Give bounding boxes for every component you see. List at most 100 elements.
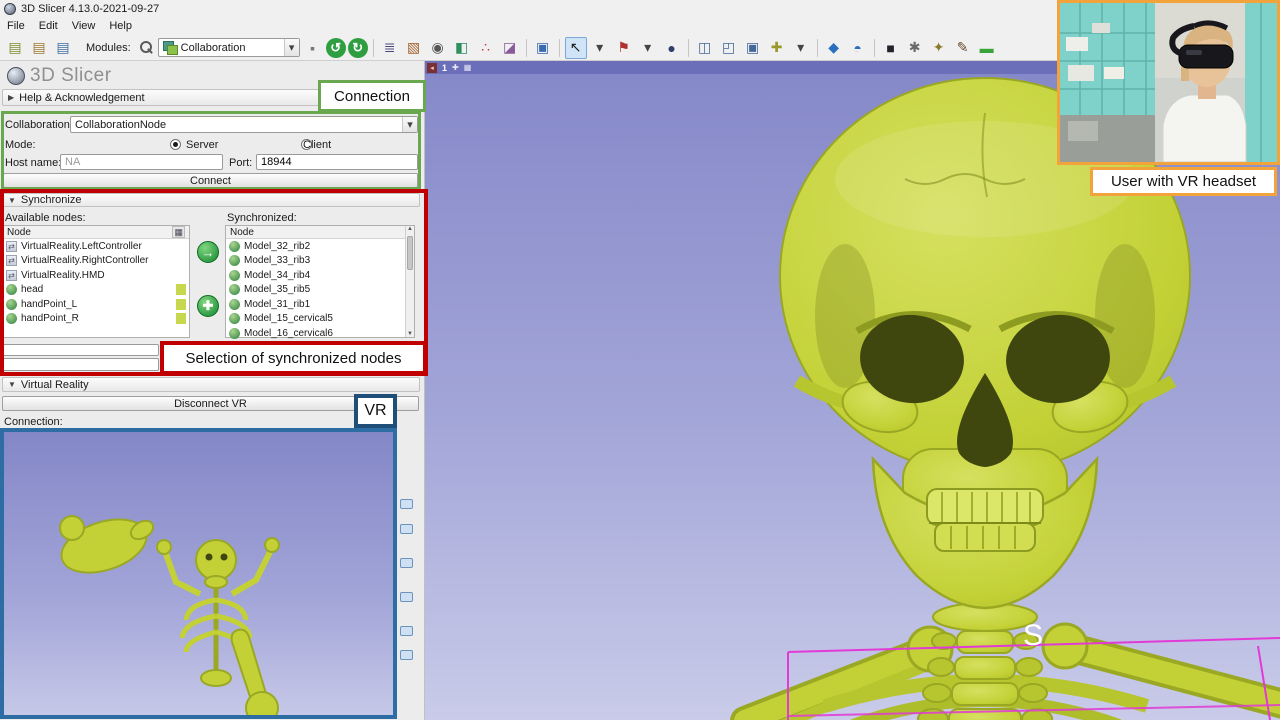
list-item[interactable]: head (3, 283, 189, 298)
view-layout-icon[interactable]: ▦ (464, 63, 472, 72)
connect-button[interactable]: Connect (3, 173, 418, 188)
extensions-icon[interactable]: ◆ (823, 37, 845, 59)
vr-slider-handle[interactable] (400, 499, 413, 509)
person-marker-icon[interactable]: ● (661, 37, 683, 59)
scroll-up-icon[interactable]: ▲ (407, 226, 413, 232)
list-item[interactable]: Model_16_cervical6 (226, 326, 405, 341)
list-item[interactable]: handPoint_L (3, 297, 189, 312)
model-node-icon (229, 313, 240, 324)
node-type-icon (6, 270, 17, 281)
screen-capture-icon[interactable]: ▣ (532, 37, 554, 59)
client-radio-label[interactable]: Client (303, 139, 331, 151)
module-search-icon[interactable] (140, 41, 153, 54)
node-color-chip (176, 299, 186, 310)
vr-slider-handle[interactable] (400, 626, 413, 636)
vr-slider-handle[interactable] (400, 650, 413, 660)
webcam-render (1060, 3, 1277, 162)
list-item[interactable]: handPoint_R (3, 312, 189, 327)
history-forward-icon[interactable]: ↻ (348, 38, 368, 58)
add-data-icon[interactable]: ▤ (4, 37, 26, 59)
sync-option-field-1[interactable] (2, 344, 159, 356)
node-label: VirtualReality.RightController (21, 255, 148, 266)
menu-item[interactable]: View (65, 18, 103, 34)
scroll-down-icon[interactable]: ▼ (407, 331, 413, 337)
python-icon[interactable]: ◓ (847, 37, 869, 59)
pencil-icon[interactable]: ✎ (952, 37, 974, 59)
node-type-icon (6, 255, 17, 266)
list-item[interactable]: VirtualReality.LeftController (3, 239, 189, 254)
list-item[interactable]: VirtualReality.RightController (3, 254, 189, 269)
volume-rendering-icon[interactable]: ◉ (427, 37, 449, 59)
layout-3d-icon[interactable]: ▣ (742, 37, 764, 59)
server-radio[interactable] (170, 139, 181, 150)
save-data-icon[interactable]: ▤ (52, 37, 74, 59)
module-cube-icon[interactable]: ■ (880, 37, 902, 59)
list-item[interactable]: Model_34_rib4 (226, 268, 405, 283)
port-input[interactable] (256, 154, 418, 170)
synchronized-nodes-list[interactable]: Node Model_32_rib2 Model_33_rib3 Model_3… (225, 225, 415, 338)
node-label: Model_35_rib5 (244, 284, 310, 295)
dropdown-arrow-icon[interactable]: ▾ (637, 37, 659, 59)
server-radio-label[interactable]: Server (186, 139, 218, 151)
synchronized-list-scrollbar[interactable]: ▲ ▼ (405, 226, 414, 337)
model-node-icon (229, 284, 240, 295)
separator (559, 39, 560, 57)
sync-option-field-2[interactable] (2, 358, 159, 371)
hostname-input[interactable] (60, 154, 223, 170)
capsule-icon[interactable]: ▬ (976, 37, 998, 59)
synchronize-section[interactable]: ▼ Synchronize (2, 193, 420, 207)
list-item[interactable]: Model_31_rib1 (226, 297, 405, 312)
menu-item[interactable]: Help (102, 18, 139, 34)
synchronize-section-label: Synchronize (21, 194, 82, 206)
vr-preview-image (0, 428, 397, 719)
chevron-down-icon: ▾ (284, 39, 299, 56)
list-item[interactable]: Model_33_rib3 (226, 254, 405, 269)
eraser-icon[interactable]: ◪ (499, 37, 521, 59)
model-node-icon (229, 299, 240, 310)
slicer-logo-text: 3D Slicer (30, 65, 112, 87)
available-nodes-list[interactable]: Node ▦ VirtualReality.LeftController Vir… (2, 225, 190, 338)
list-item[interactable]: Model_15_cervical5 (226, 312, 405, 327)
vr-slider-handle[interactable] (400, 592, 413, 602)
point-list-icon[interactable]: ∴ (475, 37, 497, 59)
volumes-icon[interactable]: ▧ (403, 37, 425, 59)
layout-fourup-icon[interactable]: ◫ (694, 37, 716, 59)
scrollbar-thumb[interactable] (407, 236, 413, 270)
collaboration-node-selector[interactable]: CollaborationNode ▾ (70, 116, 418, 133)
pin-module-icon[interactable]: ▪ (302, 37, 324, 59)
menu-item[interactable]: Edit (32, 18, 65, 34)
list-item[interactable]: Model_35_rib5 (226, 283, 405, 298)
add-dicom-icon[interactable]: ▤ (28, 37, 50, 59)
list-item[interactable]: VirtualReality.HMD (3, 268, 189, 283)
model-node-icon (229, 270, 240, 281)
settings-gear-icon[interactable]: ✱ (904, 37, 926, 59)
orientation-marker-s: S (1023, 619, 1043, 652)
markups-icon[interactable]: ≣ (379, 37, 401, 59)
vr-slider-handle[interactable] (400, 524, 413, 534)
view-center-icon[interactable]: ✚ (452, 63, 459, 72)
virtual-reality-section[interactable]: ▼ Virtual Reality (2, 377, 420, 392)
vr-slider-handle[interactable] (400, 558, 413, 568)
wrench-icon[interactable]: ✦ (928, 37, 950, 59)
history-back-icon[interactable]: ↺ (326, 38, 346, 58)
list-columns-button[interactable]: ▦ (172, 226, 185, 238)
connection-annotation-label: Connection (318, 80, 426, 112)
module-selector[interactable]: Collaboration ▾ (158, 38, 300, 57)
dropdown-arrow-icon[interactable]: ▾ (790, 37, 812, 59)
crosshair-icon[interactable]: ✚ (766, 37, 788, 59)
model-node-icon (229, 255, 240, 266)
place-point-icon[interactable]: ⚑ (613, 37, 635, 59)
layout-tabbed-icon[interactable]: ◰ (718, 37, 740, 59)
move-to-synchronized-button[interactable]: → (197, 241, 219, 263)
add-node-button[interactable]: ✚ (197, 295, 219, 317)
list-item[interactable]: Model_32_rib2 (226, 239, 405, 254)
mode-label: Mode: (5, 139, 36, 151)
dropdown-arrow-icon[interactable]: ▾ (589, 37, 611, 59)
node-column-header: Node (230, 227, 254, 238)
view-pin-icon[interactable]: ◂ (427, 63, 437, 73)
webcam-photo (1057, 0, 1280, 165)
mouse-interact-icon[interactable]: ↖ (565, 37, 587, 59)
menu-item[interactable]: File (0, 18, 32, 34)
segmentations-icon[interactable]: ◧ (451, 37, 473, 59)
vr-preview-render (4, 432, 393, 715)
